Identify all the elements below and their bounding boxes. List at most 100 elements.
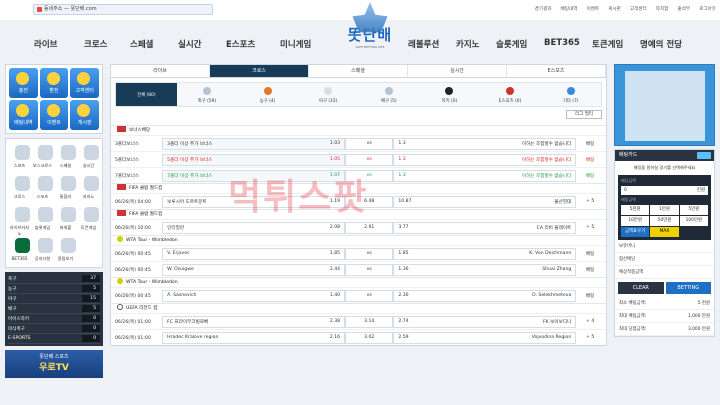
nav-casino[interactable]: 카지노 bbox=[456, 38, 479, 50]
tab-esports[interactable]: E스포츠 bbox=[507, 65, 606, 77]
menu-sports[interactable]: 스포츠 bbox=[9, 142, 30, 171]
menu-boss-cross[interactable]: 보스크로스 bbox=[32, 142, 53, 171]
withdraw-tile[interactable]: 환전 bbox=[39, 68, 69, 98]
nav-slots[interactable]: 슬롯게임 bbox=[496, 38, 527, 50]
amount-1m-button[interactable]: 100만원 bbox=[679, 216, 708, 226]
nav-token[interactable]: 토큰게임 bbox=[592, 38, 623, 50]
bonus-option[interactable]: 3폴더 이상 추가 보너스 1.03 bbox=[162, 137, 346, 150]
home-odds[interactable]: FC 프라이부크빌로빠 2.38 bbox=[162, 315, 346, 328]
sport-row-icehockey[interactable]: 아이스하키 0 bbox=[8, 314, 100, 324]
bet-history-tile[interactable]: 배팅내역 bbox=[9, 100, 38, 130]
betting-button[interactable]: BETTING bbox=[665, 282, 711, 294]
link-logout[interactable]: 로그아웃 bbox=[699, 6, 716, 12]
home-odds[interactable]: W. Osuigwe 2.44 bbox=[162, 263, 346, 276]
draw-odds[interactable]: 3.02 bbox=[345, 331, 394, 344]
menu-alerts[interactable]: 알림보기 bbox=[55, 235, 76, 264]
nav-cross[interactable]: 크로스 bbox=[84, 38, 107, 50]
away-odds[interactable]: 1.85 K. Von Deichmann bbox=[393, 247, 577, 260]
link-board[interactable]: 게시판 bbox=[608, 6, 621, 12]
menu-notice[interactable]: 공지사항 bbox=[32, 235, 53, 264]
link-messages[interactable]: 쪽지함 bbox=[656, 6, 669, 12]
tab-realtime[interactable]: 실시간 bbox=[408, 65, 507, 77]
menu-casino[interactable]: 카지노 bbox=[78, 173, 99, 202]
home-odds[interactable]: 인터밀란 2.08 bbox=[162, 221, 346, 234]
bet-button[interactable]: 배팅 bbox=[578, 170, 602, 182]
filter-other[interactable]: 기타 (7) bbox=[540, 83, 601, 106]
menu-bet365[interactable]: BET365 bbox=[9, 235, 30, 264]
more-markets-button[interactable]: + 5 bbox=[578, 332, 602, 344]
menu-powerball[interactable]: 파워볼 bbox=[55, 204, 76, 233]
nav-realtime[interactable]: 실시간 bbox=[178, 38, 201, 50]
nav-special[interactable]: 스페셜 bbox=[130, 38, 153, 50]
away-odds[interactable]: 2.74 FK 보이보디나 bbox=[393, 315, 577, 328]
amount-500k-button[interactable]: 50만원 bbox=[650, 216, 679, 226]
ad-banner[interactable] bbox=[614, 64, 715, 146]
menu-realtime[interactable]: 실시간 bbox=[78, 142, 99, 171]
clear-button[interactable]: CLEAR bbox=[618, 282, 664, 294]
away-odds[interactable]: 10.87 울산현대 bbox=[393, 195, 577, 208]
nav-esports[interactable]: E스포츠 bbox=[226, 38, 255, 50]
sport-row-volleyball[interactable]: 배구 5 bbox=[8, 304, 100, 314]
left-banner[interactable]: 똣단배 스포츠 우로TV bbox=[5, 350, 103, 378]
away-odds[interactable]: 3.77 CA 리버 플레이트 bbox=[393, 221, 577, 234]
toggle-switch[interactable] bbox=[697, 152, 711, 159]
amount-5k-button[interactable]: 5천원 bbox=[621, 205, 650, 215]
link-results[interactable]: 경기결과 bbox=[535, 6, 552, 12]
more-markets-button[interactable]: + 5 bbox=[578, 222, 602, 234]
sport-row-soccer[interactable]: 축구 37 bbox=[8, 274, 100, 284]
link-bet-history[interactable]: 배팅내역 bbox=[561, 6, 578, 12]
address-bar[interactable]: 동네주소 — 똣단배.com bbox=[33, 4, 213, 15]
filter-all[interactable]: 전체 (60) bbox=[116, 83, 177, 106]
amount-10k-button[interactable]: 1만원 bbox=[650, 205, 679, 215]
amount-100k-button[interactable]: 10만원 bbox=[621, 216, 650, 226]
sport-row-baseball[interactable]: 야구 15 bbox=[8, 294, 100, 304]
nav-hall-of-fame[interactable]: 명예의 전당 bbox=[640, 38, 682, 50]
sport-row-esports[interactable]: E-SPORTS 0 bbox=[8, 334, 100, 344]
link-attendance[interactable]: 출석부 bbox=[677, 6, 690, 12]
tab-special[interactable]: 스페셜 bbox=[309, 65, 408, 77]
sport-row-basketball[interactable]: 농구 5 bbox=[8, 284, 100, 294]
board-tile[interactable]: 게시판 bbox=[70, 100, 99, 130]
draw-odds[interactable]: 3.14 bbox=[345, 315, 394, 328]
filter-volleyball[interactable]: 배구 (5) bbox=[359, 83, 420, 106]
tab-cross[interactable]: 크로스 bbox=[210, 65, 309, 77]
nav-bet365[interactable]: BET365 bbox=[544, 38, 580, 48]
link-event[interactable]: 이벤트 bbox=[586, 6, 599, 12]
bet-button[interactable]: 배팅 bbox=[578, 248, 602, 260]
menu-cross[interactable]: 크로스 bbox=[9, 173, 30, 202]
bet-button[interactable]: 배팅 bbox=[578, 154, 602, 166]
more-markets-button[interactable]: + 4 bbox=[578, 316, 602, 328]
link-support[interactable]: 고객센터 bbox=[630, 6, 647, 12]
menu-sports-2[interactable]: 스포츠 bbox=[32, 173, 53, 202]
menu-special[interactable]: 스페셜 bbox=[55, 142, 76, 171]
nav-minigame[interactable]: 미니게임 bbox=[280, 38, 311, 50]
amount-reset-button[interactable]: 금액표우기 bbox=[621, 227, 650, 237]
filter-hockey[interactable]: 하키 (0) bbox=[419, 83, 480, 106]
support-tile[interactable]: 고객센터 bbox=[70, 68, 99, 98]
filter-baseball[interactable]: 야구 (15) bbox=[298, 83, 359, 106]
menu-live-casino[interactable]: 라이브카지노 bbox=[9, 204, 30, 236]
more-markets-button[interactable]: + 5 bbox=[578, 196, 602, 208]
league-filter-button[interactable]: 리그 필터 bbox=[566, 110, 602, 119]
home-odds[interactable]: V. Erjavec 1.85 bbox=[162, 247, 346, 260]
filter-soccer[interactable]: 축구 (59) bbox=[177, 83, 238, 106]
nav-revolution[interactable]: 레볼루션 bbox=[408, 38, 439, 50]
menu-combined[interactable]: 통합리 bbox=[55, 173, 76, 202]
amount-50k-button[interactable]: 5만원 bbox=[679, 205, 708, 215]
amount-max-button[interactable]: MAX bbox=[650, 227, 679, 237]
bonus-option[interactable]: 5폴더 이상 추가 보너스 1.05 bbox=[162, 153, 346, 166]
away-odds[interactable]: 2.59 Vojvodina Region bbox=[393, 331, 577, 344]
bet-button[interactable]: 배팅 bbox=[578, 138, 602, 150]
away-odds[interactable]: 2.30 O. Selekhmeteva bbox=[393, 289, 577, 302]
filter-esports[interactable]: E스포츠 (0) bbox=[480, 83, 541, 106]
tab-live[interactable]: 라이브 bbox=[111, 65, 210, 77]
menu-slots[interactable]: 슬롯게임 bbox=[32, 204, 53, 233]
home-odds[interactable]: Hradec Kralove region 2.16 bbox=[162, 331, 346, 344]
menu-token[interactable]: 토큰게임 bbox=[78, 204, 99, 233]
nav-live[interactable]: 라이브 bbox=[34, 38, 57, 50]
event-tile[interactable]: 이벤트 bbox=[39, 100, 69, 130]
bet-button[interactable]: 배팅 bbox=[578, 264, 602, 276]
home-odds[interactable]: A. Sasnovich 1.40 bbox=[162, 289, 346, 302]
deposit-tile[interactable]: 충전 bbox=[9, 68, 38, 98]
bet-button[interactable]: 배팅 bbox=[578, 290, 602, 302]
